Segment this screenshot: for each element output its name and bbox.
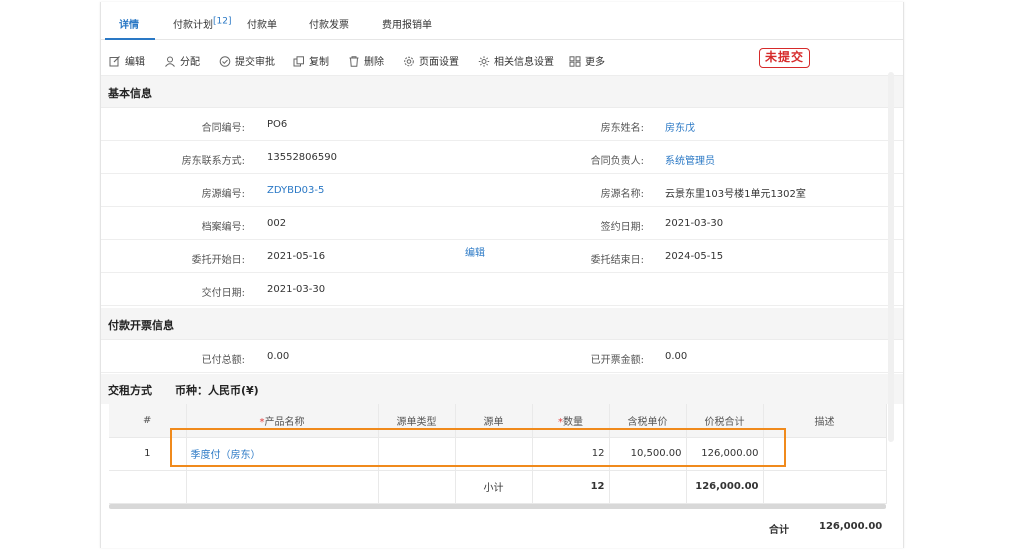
tab-payment-plan-count: [12] [213,16,232,27]
copy-label: 复制 [309,57,329,68]
rent-method-header: 交租方式 币种：人民币(¥) [101,374,903,404]
toolbar: 编辑 分配 提交审批 复制 删除 页面设置 相关信息设置 更多 未提交 [101,40,903,76]
page-settings-label: 页面设置 [419,57,459,68]
settings-icon [478,56,490,67]
landlord-contact-label: 房东联系方式: [181,156,245,167]
edit-button[interactable]: 编辑 [109,53,145,68]
contract-owner-link[interactable]: 系统管理员 [665,152,715,167]
col-qty-label: 数量 [563,416,583,428]
subtotal-empty-cell [609,470,687,504]
horizontal-scrollbar[interactable] [109,504,886,509]
edit-icon [109,56,121,67]
related-settings-label: 相关信息设置 [494,57,554,68]
entrust-start-value: 2021-05-16 [267,251,326,262]
submit-approval-button[interactable]: 提交审批 [219,53,275,68]
subtotal-label: 小计 [455,470,533,504]
sign-date-value: 2021-03-30 [665,218,724,229]
info-row: 已付总额: 0.00 已开票金额: 0.00 [101,340,903,373]
info-row: 档案编号: 002 签约日期: 2021-03-30 [101,207,903,240]
entrust-start-label: 委托开始日: [191,255,245,266]
landlord-contact-value: 13552806590 [267,152,337,163]
subtotal-empty-cell [109,470,187,504]
info-row: 交付日期: 2021-03-30 [101,273,903,306]
related-settings-button[interactable]: 相关信息设置 [478,53,554,68]
copy-button[interactable]: 复制 [293,53,329,68]
subtotal-empty-cell [186,470,379,504]
highlight-box [170,428,786,467]
submit-approval-label: 提交审批 [235,57,275,68]
grid-icon [569,56,581,67]
check-circle-icon [219,56,231,67]
subtotal-empty-cell [378,470,456,504]
contract-no-value: PO6 [267,119,288,130]
tab-expense-report[interactable]: 费用报销单 [382,16,432,31]
subtotal-total: 126,000.00 [686,470,764,504]
vertical-scrollbar[interactable] [888,72,894,442]
grand-total-label: 合计 [769,525,789,536]
more-button[interactable]: 更多 [569,53,605,68]
tab-payment-bill[interactable]: 付款单 [247,16,277,31]
basic-info-header: 基本信息 [101,76,903,108]
house-name-label: 房源名称: [600,189,644,200]
invoice-info-title: 付款开票信息 [108,319,174,332]
page-settings-button[interactable]: 页面设置 [403,53,459,68]
paid-total-label: 已付总额: [201,355,245,366]
edit-link[interactable]: 编辑 [465,244,485,259]
gear-icon [403,56,415,67]
edit-label: 编辑 [125,57,145,68]
tab-payment-plan[interactable]: 付款计划[12] [173,16,231,31]
tab-details[interactable]: 详情 [119,16,139,31]
info-row: 合同编号: PO6 房东姓名: 房东戊 [101,108,903,141]
grand-total-value: 126,000.00 [819,521,883,532]
subtotal-row: 小计 12 126,000.00 [109,470,887,504]
entrust-end-label: 委托结束日: [590,255,644,266]
tab-payment-invoice[interactable]: 付款发票 [309,16,349,31]
sign-date-label: 签约日期: [600,222,644,233]
status-badge: 未提交 [759,48,811,68]
invoiced-amount-value: 0.00 [665,351,688,362]
rent-method-title: 交租方式 [108,384,152,397]
delete-label: 删除 [364,57,384,68]
basic-info-title: 基本信息 [108,87,152,100]
info-row: 房东联系方式: 13552806590 合同负责人: 系统管理员 [101,141,903,174]
delete-button[interactable]: 删除 [348,53,384,68]
assign-label: 分配 [180,57,200,68]
currency-label: 币种：人民币(¥) [175,384,259,397]
tab-payment-plan-label: 付款计划 [173,20,213,31]
paid-total-value: 0.00 [267,351,290,362]
delivery-date-value: 2021-03-30 [267,284,326,295]
user-icon [164,56,176,67]
assign-button[interactable]: 分配 [164,53,200,68]
entrust-end-value: 2024-05-15 [665,251,724,262]
delivery-date-label: 交付日期: [201,288,245,299]
more-label: 更多 [585,57,605,68]
detail-panel: 详情 付款计划[12] 付款单 付款发票 费用报销单 编辑 分配 提交审批 复制… [100,2,904,548]
invoiced-amount-label: 已开票金额: [590,355,644,366]
archive-no-label: 档案编号: [201,222,245,233]
tab-bar: 详情 付款计划[12] 付款单 付款发票 费用报销单 [101,2,903,40]
archive-no-value: 002 [267,218,287,229]
subtotal-qty: 12 [532,470,610,504]
house-no-link[interactable]: ZDYBD03-5 [267,185,324,196]
trash-icon [348,56,360,67]
house-no-label: 房源编号: [201,189,245,200]
landlord-name-link[interactable]: 房东戊 [665,119,695,134]
contract-owner-label: 合同负责人: [590,156,644,167]
copy-icon [293,56,305,67]
info-row: 房源编号: ZDYBD03-5 房源名称: 云景东里103号楼1单元1302室 [101,174,903,207]
subtotal-empty-cell [763,470,887,504]
col-product-label: 产品名称 [264,416,305,428]
info-row: 委托开始日: 2021-05-16 委托结束日: 2024-05-15 [101,240,903,273]
invoice-info-header: 付款开票信息 [101,308,903,340]
landlord-name-label: 房东姓名: [600,123,644,134]
contract-no-label: 合同编号: [201,123,245,134]
house-name-value: 云景东里103号楼1单元1302室 [665,189,806,200]
